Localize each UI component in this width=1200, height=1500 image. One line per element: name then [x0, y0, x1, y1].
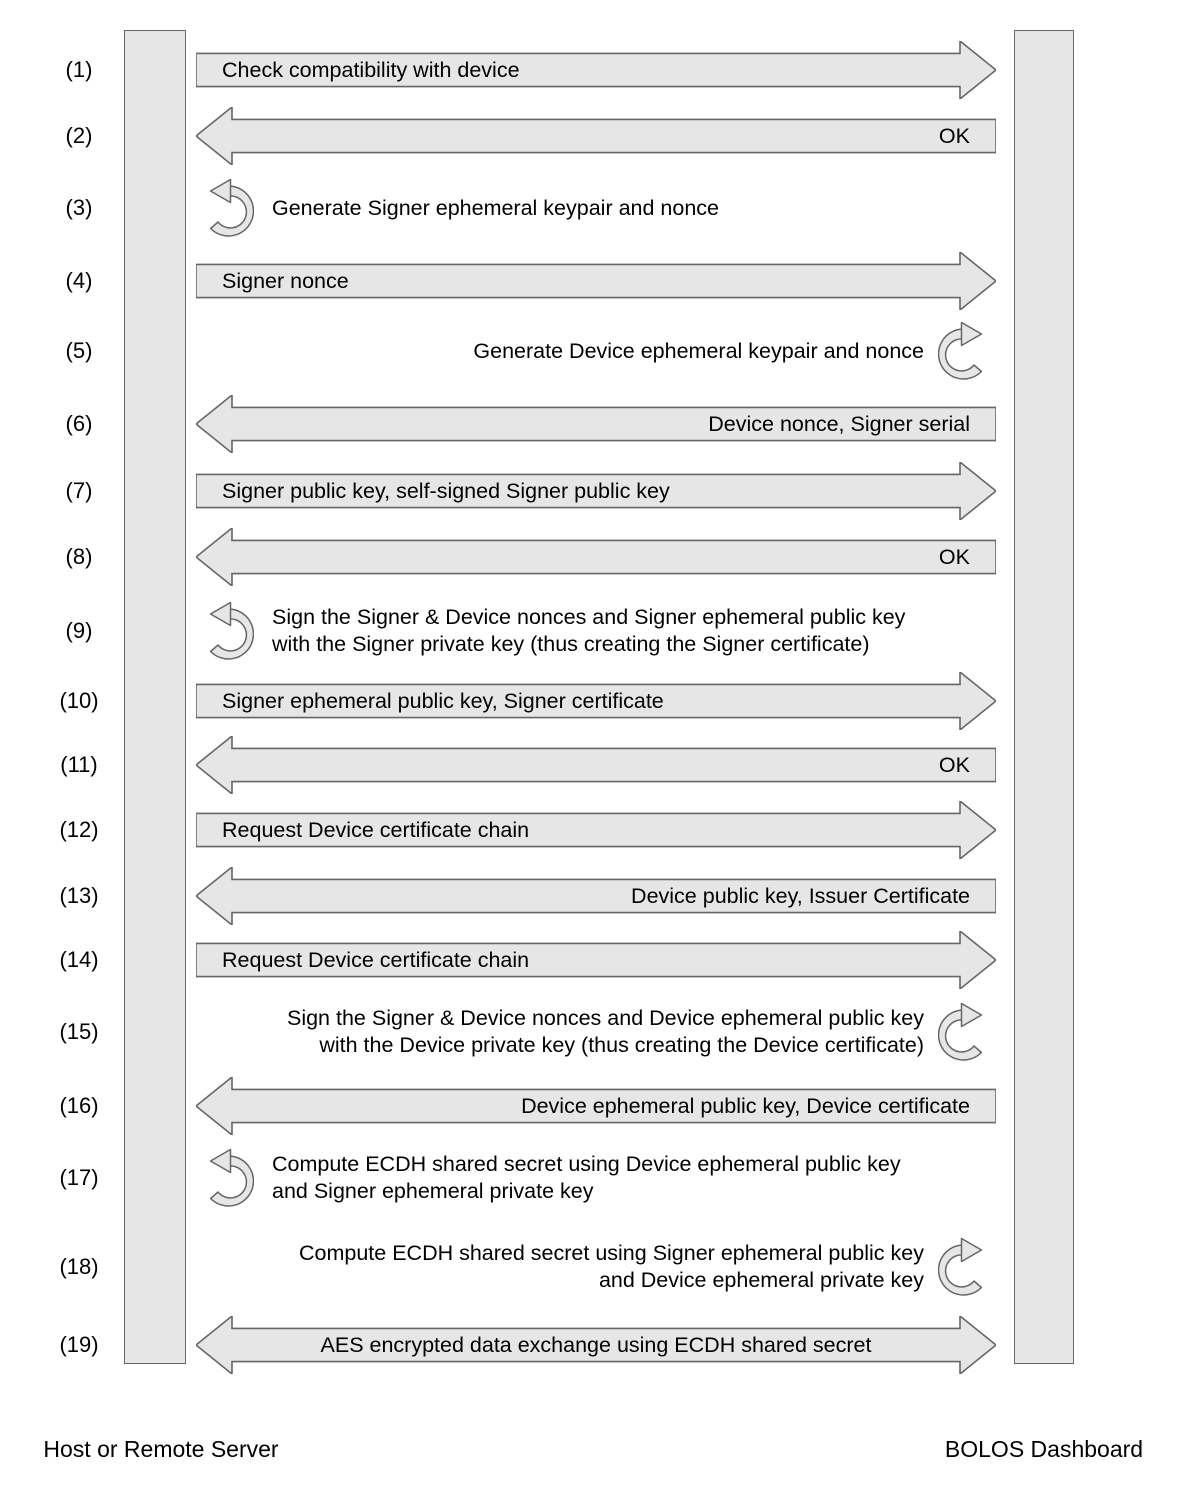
step-row-17[interactable]: Compute ECDH shared secret using Device …: [196, 1143, 996, 1213]
arrow-left-icon: OK: [196, 736, 996, 794]
step-number-14: (14): [59, 947, 99, 972]
step-row-13[interactable]: Device public key, Issuer Certificate: [196, 867, 996, 925]
lifeline-device: [1014, 30, 1074, 1364]
actor-label-signer: Host or Remote Server (Signer): [0, 1404, 322, 1500]
arrow-right-icon: Signer public key, self-signed Signer pu…: [196, 462, 996, 520]
step-row-6[interactable]: Device nonce, Signer serial: [196, 395, 996, 453]
step-number-6: (6): [65, 411, 93, 436]
loop-counterclockwise-icon: [196, 1148, 254, 1208]
arrow-right-icon: Check compatibility with device: [196, 41, 996, 99]
arrow-left-icon: Device nonce, Signer serial: [196, 395, 996, 453]
step-number-5: (5): [65, 338, 93, 363]
step-label-9: Sign the Signer & Device nonces and Sign…: [272, 605, 906, 656]
loop-clockwise-icon: [938, 1237, 996, 1297]
step-number-17: (17): [59, 1165, 99, 1190]
lifeline-signer: [124, 30, 186, 1364]
arrow-right-icon: Request Device certificate chain: [196, 931, 996, 989]
step-number-16: (16): [59, 1093, 99, 1118]
loop-counterclockwise-icon: [196, 601, 254, 661]
actor-signer-line2: (Signer): [0, 1494, 322, 1500]
arrow-left-icon: Device ephemeral public key, Device cert…: [196, 1077, 996, 1135]
step-row-19[interactable]: AES encrypted data exchange using ECDH s…: [196, 1316, 996, 1374]
step-row-14[interactable]: Request Device certificate chain: [196, 931, 996, 989]
step-number-11: (11): [60, 752, 98, 777]
step-number-19: (19): [59, 1332, 99, 1357]
arrow-both-icon: AES encrypted data exchange using ECDH s…: [196, 1316, 996, 1374]
step-number-13: (13): [59, 883, 99, 908]
step-label-18: Compute ECDH shared secret using Signer …: [298, 1241, 924, 1292]
loop-clockwise-icon: [938, 1002, 996, 1062]
loop-counterclockwise-icon: [196, 178, 254, 238]
step-row-1[interactable]: Check compatibility with device: [196, 41, 996, 99]
arrow-right-icon: Request Device certificate chain: [196, 801, 996, 859]
step-row-7[interactable]: Signer public key, self-signed Signer pu…: [196, 462, 996, 520]
step-row-8[interactable]: OK: [196, 528, 996, 586]
step-row-9[interactable]: Sign the Signer & Device nonces and Sign…: [196, 596, 996, 666]
step-number-18: (18): [59, 1254, 99, 1279]
actor-label-device: BOLOS Dashboard (Device): [905, 1404, 1183, 1500]
step-number-3: (3): [65, 195, 93, 220]
step-number-10: (10): [59, 688, 99, 713]
step-number-7: (7): [65, 478, 93, 503]
step-row-15[interactable]: Sign the Signer & Device nonces and Devi…: [196, 997, 996, 1067]
step-row-4[interactable]: Signer nonce: [196, 252, 996, 310]
actor-device-line2: (Device): [905, 1494, 1183, 1500]
sequence-diagram: Host or Remote Server (Signer) BOLOS Das…: [0, 0, 1200, 1500]
step-row-12[interactable]: Request Device certificate chain: [196, 801, 996, 859]
step-number-9: (9): [65, 618, 93, 643]
step-row-10[interactable]: Signer ephemeral public key, Signer cert…: [196, 672, 996, 730]
step-number-4: (4): [65, 268, 93, 293]
step-row-2[interactable]: OK: [196, 107, 996, 165]
step-label-15: Sign the Signer & Device nonces and Devi…: [286, 1006, 924, 1057]
actor-signer-line1: Host or Remote Server: [43, 1436, 279, 1462]
step-row-11[interactable]: OK: [196, 736, 996, 794]
actor-device-line1: BOLOS Dashboard: [944, 1436, 1144, 1462]
step-row-3[interactable]: Generate Signer ephemeral keypair and no…: [196, 173, 996, 243]
step-row-18[interactable]: Compute ECDH shared secret using Signer …: [196, 1232, 996, 1302]
step-number-12: (12): [59, 817, 99, 842]
arrow-right-icon: Signer ephemeral public key, Signer cert…: [196, 672, 996, 730]
step-number-15: (15): [59, 1019, 99, 1044]
arrow-left-icon: OK: [196, 528, 996, 586]
arrow-left-icon: OK: [196, 107, 996, 165]
step-number-8: (8): [65, 544, 93, 569]
step-row-5[interactable]: Generate Device ephemeral keypair and no…: [196, 316, 996, 386]
step-number-1: (1): [65, 57, 93, 82]
step-label-5: Generate Device ephemeral keypair and no…: [473, 338, 924, 363]
step-label-3: Generate Signer ephemeral keypair and no…: [272, 195, 720, 220]
step-number-2: (2): [65, 123, 93, 148]
step-row-16[interactable]: Device ephemeral public key, Device cert…: [196, 1077, 996, 1135]
arrow-right-icon: Signer nonce: [196, 252, 996, 310]
step-label-17: Compute ECDH shared secret using Device …: [272, 1152, 901, 1203]
arrow-left-icon: Device public key, Issuer Certificate: [196, 867, 996, 925]
loop-clockwise-icon: [938, 321, 996, 381]
